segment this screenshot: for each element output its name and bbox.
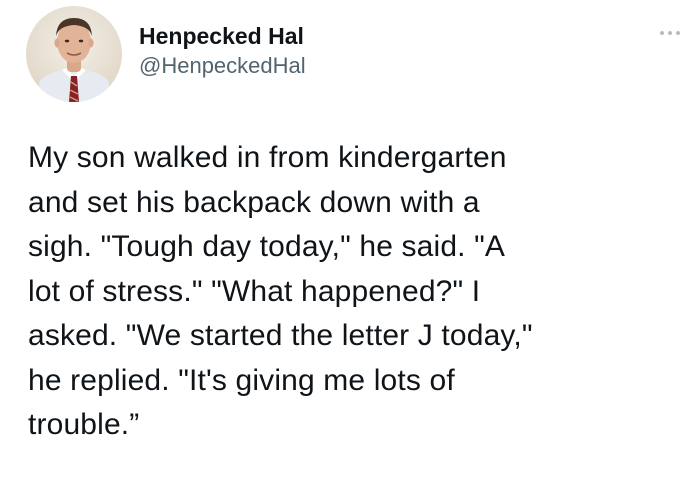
tweet-text-line: he replied. "It's giving me lots of xyxy=(28,363,455,397)
more-options-icon[interactable] xyxy=(658,27,682,39)
tweet-text-line: lot of stress." "What happened?" I xyxy=(28,274,481,308)
tweet-card: Henpecked Hal @HenpeckedHal My son walke… xyxy=(0,0,700,484)
author-handle[interactable]: @HenpeckedHal xyxy=(139,52,306,80)
tweet-text-line: My son walked in from kindergarten xyxy=(28,141,507,174)
profile-photo-icon xyxy=(26,6,122,102)
tweet-text: My son walked in from kindergarten and s… xyxy=(28,136,688,448)
tweet-text-line: asked. "We started the letter J today," xyxy=(28,319,533,352)
author-avatar[interactable] xyxy=(26,6,122,102)
tweet-text-line: and set his backpack down with a xyxy=(28,185,480,219)
author-display-name[interactable]: Henpecked Hal xyxy=(139,22,306,50)
tweet-text-line: trouble.” xyxy=(28,408,140,441)
author-info: Henpecked Hal @HenpeckedHal xyxy=(139,22,306,80)
tweet-text-line: sigh. "Tough day today," he said. "A xyxy=(28,230,506,263)
